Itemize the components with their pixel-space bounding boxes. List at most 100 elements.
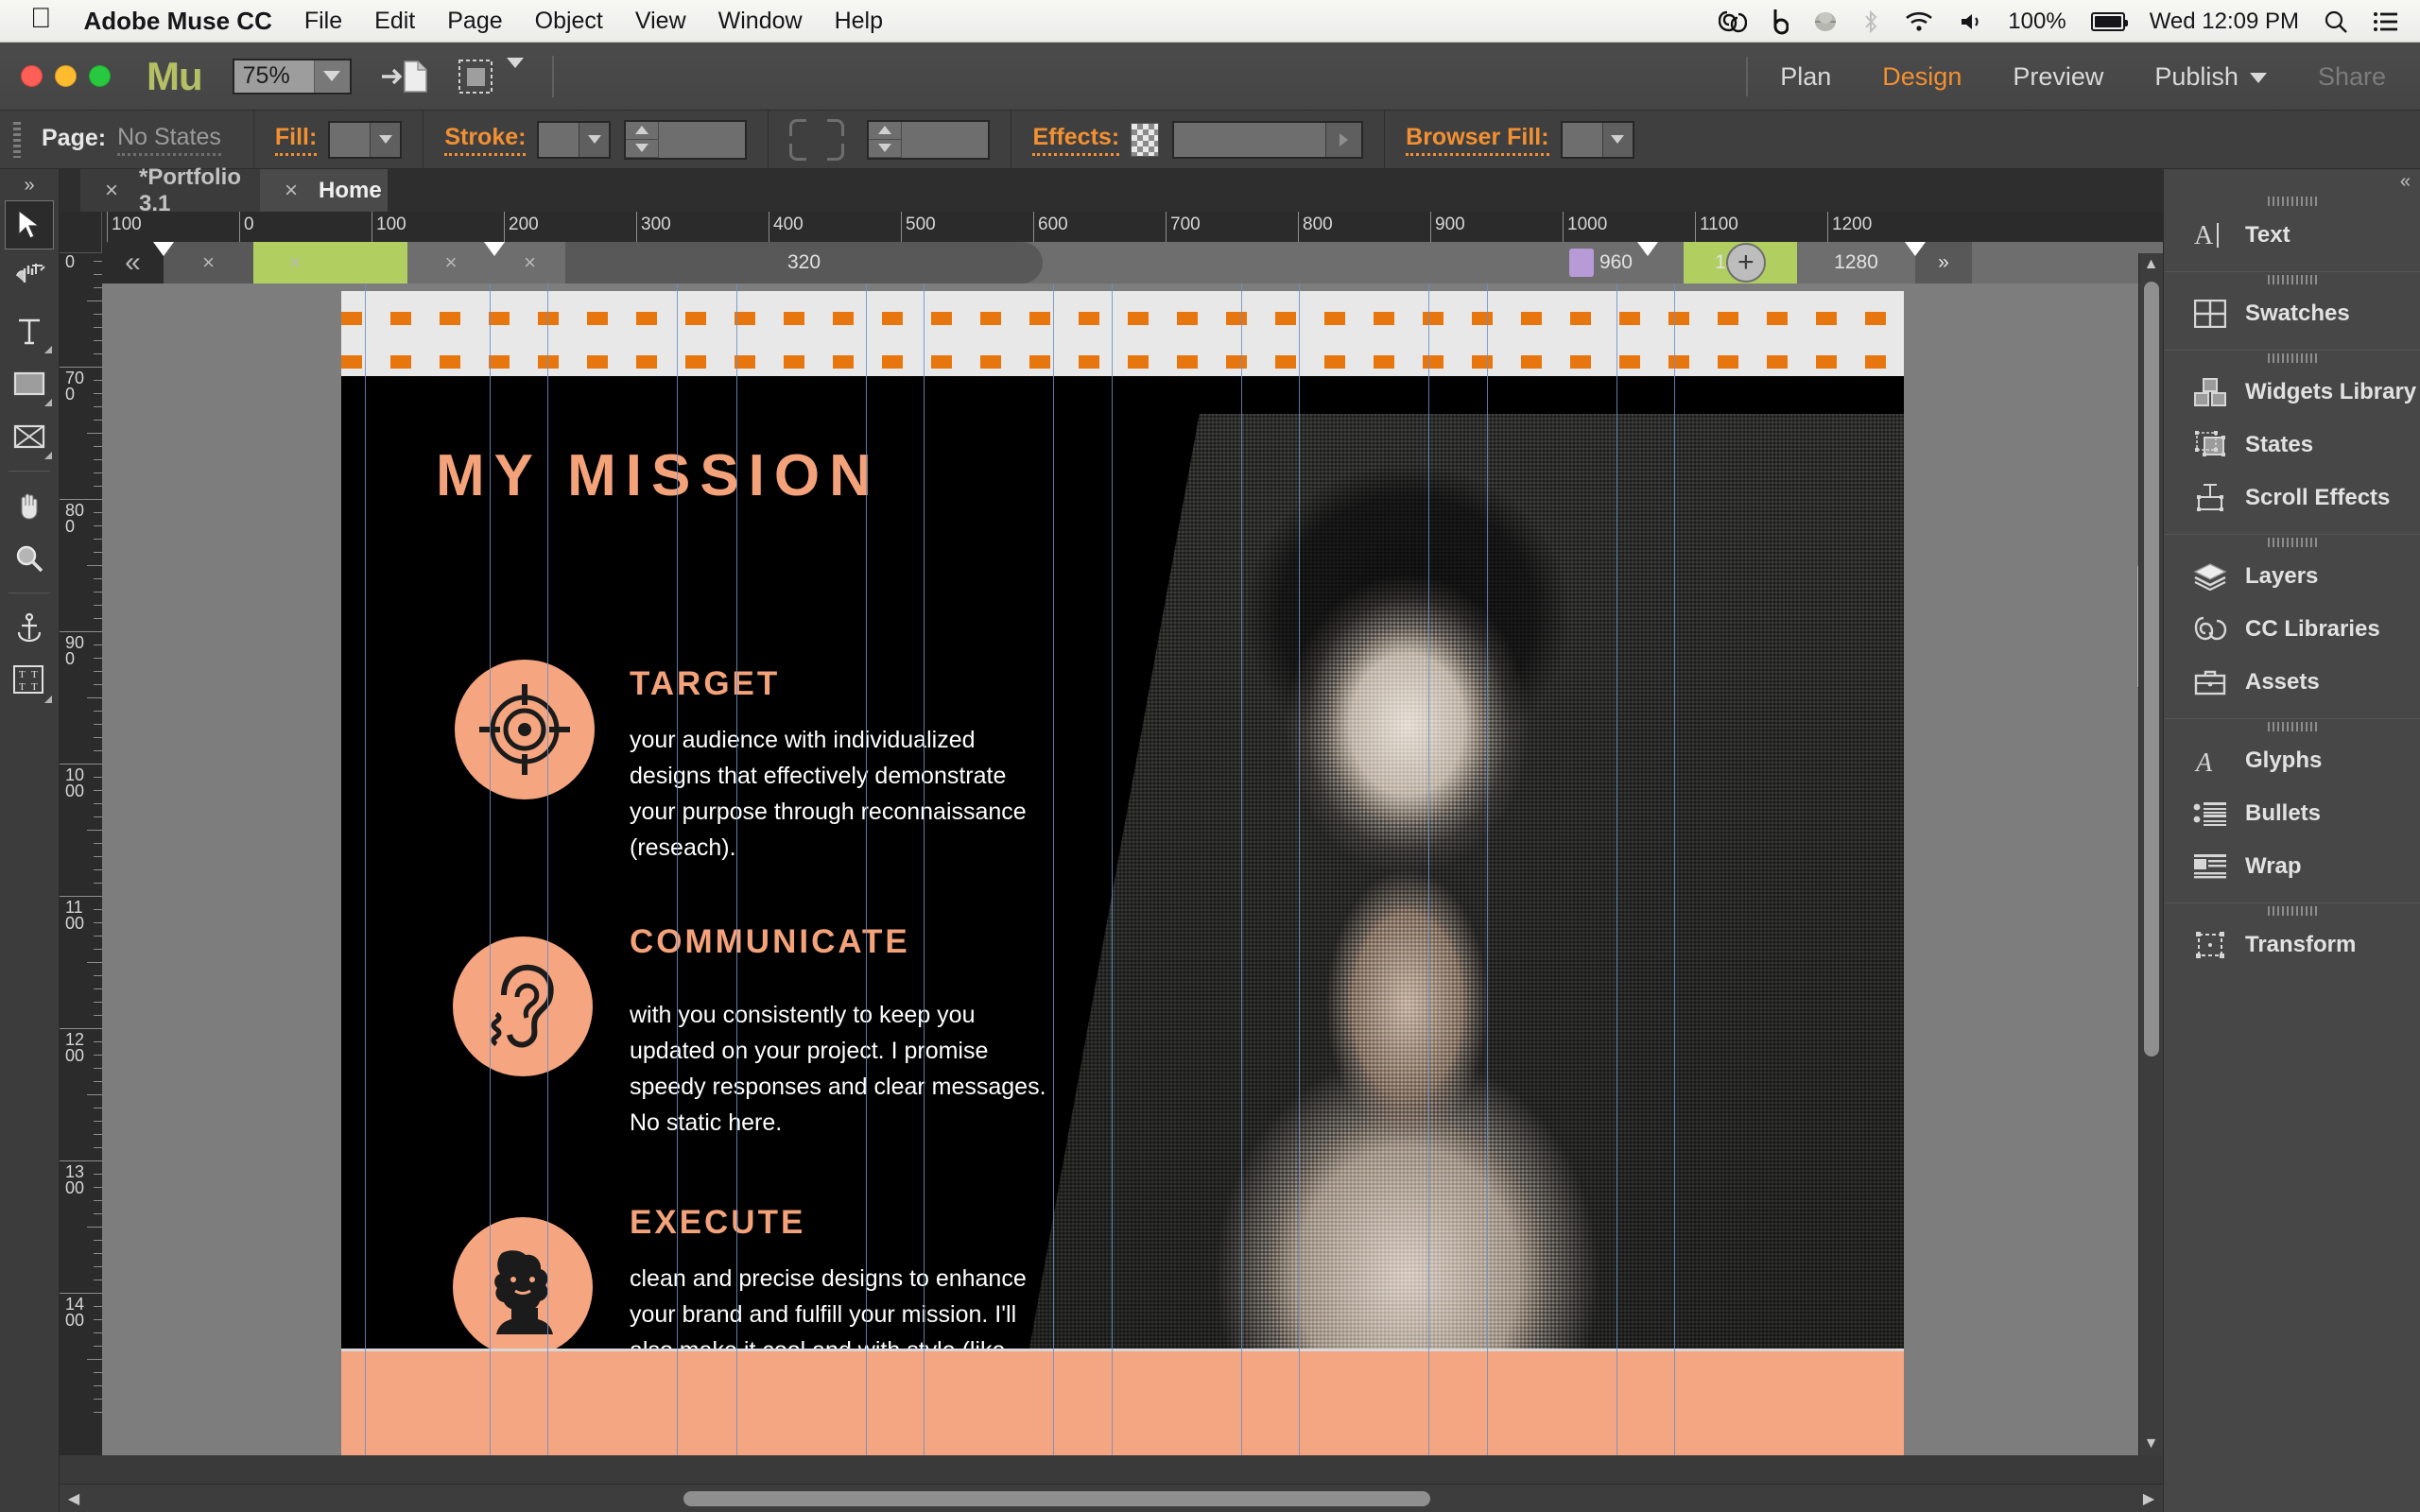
menubar-app-name[interactable]: Adobe Muse CC [84, 7, 272, 36]
zoom-level-value[interactable]: 75% [233, 60, 314, 93]
effects-expand-arrow[interactable] [1325, 122, 1362, 157]
scroll-up-arrow[interactable]: ▲ [2139, 253, 2163, 276]
fill-dropdown-arrow[interactable] [370, 122, 401, 157]
menu-object[interactable]: Object [535, 8, 603, 35]
menu-window[interactable]: Window [718, 8, 803, 35]
tab-close-icon[interactable]: × [285, 178, 298, 204]
anchor-tool[interactable] [5, 603, 54, 652]
preview-size-caret[interactable] [506, 57, 524, 85]
breakpoint-close-icon[interactable]: × [202, 250, 215, 275]
stroke-swatch-button[interactable] [537, 120, 612, 159]
section-title-target[interactable]: TARGET [630, 665, 780, 703]
breakpoint-segment[interactable]: × [153, 242, 253, 284]
bluetooth-icon[interactable] [1862, 9, 1879, 35]
scroll-right-arrow[interactable]: ▶ [2135, 1489, 2163, 1508]
zoom-tool[interactable] [5, 534, 54, 583]
ruler-origin[interactable] [60, 212, 102, 253]
corner-radius-up[interactable] [869, 121, 902, 140]
b-icon[interactable] [1772, 9, 1789, 35]
corner-radius-buttons[interactable] [869, 121, 902, 158]
breakpoint-current-width[interactable]: 320 [565, 242, 1043, 284]
volume-icon[interactable] [1959, 10, 1983, 33]
creative-cloud-icon[interactable] [1719, 9, 1748, 34]
breakpoint-close-icon[interactable]: × [524, 250, 536, 275]
image-frame-tool[interactable] [5, 412, 54, 461]
design-canvas[interactable]: MY MISSION TARGET your audience with ind… [102, 253, 2163, 1455]
canvas-horizontal-scrollbar[interactable]: ◀ ▶ [60, 1484, 2163, 1512]
effects-value[interactable] [1174, 122, 1326, 157]
panel-item-scroll-effects[interactable]: Scroll Effects [2164, 472, 2420, 524]
panel-group-grip[interactable] [2164, 719, 2420, 734]
panel-item-bullets[interactable]: Bullets [2164, 787, 2420, 840]
fill-swatch-button[interactable] [328, 120, 403, 159]
breakpoint-close-icon[interactable]: × [445, 250, 458, 275]
panel-group-grip[interactable] [2164, 194, 2420, 209]
mode-publish[interactable]: Publish [2154, 62, 2267, 92]
page-orange-footer-band[interactable] [341, 1351, 1904, 1455]
section-title-communicate[interactable]: COMMUNICATE [630, 923, 910, 961]
stroke-weight-stepper[interactable] [624, 119, 748, 160]
zoom-level-combobox[interactable]: 75% [232, 58, 352, 94]
hand-tool[interactable] [5, 481, 54, 530]
panel-item-layers[interactable]: Layers [2164, 550, 2420, 603]
panel-item-assets[interactable]: Assets [2164, 656, 2420, 709]
panel-group-grip[interactable] [2164, 535, 2420, 550]
breakpoint-segment[interactable]: × [407, 242, 505, 284]
breakpoint-handle-icon[interactable] [1568, 249, 1594, 277]
breakpoint-960-segment[interactable]: 960 [1043, 242, 1658, 284]
menu-page[interactable]: Page [447, 8, 502, 35]
grayed-app-icon[interactable] [1813, 9, 1838, 34]
corner-radius-down[interactable] [869, 139, 902, 158]
panel-item-transform[interactable]: Transform [2164, 919, 2420, 971]
breakpoint-segment[interactable]: × [253, 242, 337, 284]
tool-flyout-corner[interactable] [44, 346, 52, 353]
page-top-pattern-strip[interactable] [341, 291, 1904, 376]
panel-item-swatches[interactable]: Swatches [2164, 287, 2420, 340]
menu-edit[interactable]: Edit [374, 8, 415, 35]
tool-flyout-corner[interactable] [44, 696, 52, 703]
panel-item-widgets-library[interactable]: Widgets Library [2164, 366, 2420, 419]
mode-design[interactable]: Design [1882, 62, 1962, 92]
chevron-down-icon[interactable] [2249, 72, 2267, 83]
breakpoint-close-icon[interactable]: × [289, 250, 302, 275]
menu-help[interactable]: Help [835, 8, 883, 35]
stroke-weight-buttons[interactable] [626, 121, 659, 158]
right-panel-collapse-icon[interactable]: « [2164, 169, 2420, 194]
wifi-icon[interactable] [1904, 10, 1934, 33]
corner-radius-stepper[interactable] [867, 119, 991, 160]
page-state-value[interactable]: No States [117, 124, 221, 156]
add-breakpoint-icon[interactable]: + [1725, 243, 1766, 283]
tool-flyout-corner[interactable] [44, 399, 52, 406]
panel-group-grip[interactable] [2164, 272, 2420, 287]
vertical-ruler[interactable]: 600 700 800 900 1000 1100 1200 1300 1400 [60, 253, 102, 1455]
minimize-window-button[interactable] [55, 65, 77, 87]
browser-fill-dropdown-arrow[interactable] [1601, 122, 1633, 157]
breakpoint-segment[interactable]: × [494, 242, 565, 284]
breakpoint-bar[interactable]: « × × × × 320 960 1 + 1280 » [102, 242, 2163, 284]
horizontal-scroll-thumb[interactable] [683, 1491, 1430, 1506]
tool-flyout-corner[interactable] [44, 452, 52, 459]
mode-preview[interactable]: Preview [2013, 62, 2103, 92]
panel-item-glyphs[interactable]: A Glyphs [2164, 734, 2420, 787]
maximize-window-button[interactable] [89, 65, 111, 87]
close-window-button[interactable] [21, 65, 43, 87]
stroke-swatch[interactable] [539, 122, 579, 157]
crop-tool[interactable] [5, 253, 54, 302]
panel-item-states[interactable]: States [2164, 419, 2420, 472]
tab-portfolio[interactable]: × *Portfolio 3.1 [80, 164, 260, 216]
vertical-scroll-thumb[interactable] [2144, 282, 2159, 1057]
notification-center-icon[interactable] [2373, 10, 2399, 33]
canvas-vertical-scrollbar[interactable]: ▲ ▼ [2138, 253, 2163, 1455]
panel-group-grip[interactable] [2164, 351, 2420, 366]
ear-icon[interactable] [453, 936, 593, 1076]
text-frame-tool[interactable]: TTTT [5, 656, 54, 705]
fill-swatch[interactable] [330, 122, 371, 157]
stroke-weight-field[interactable] [658, 121, 746, 158]
rounded-corners-icon[interactable] [789, 118, 845, 161]
battery-icon[interactable] [2090, 11, 2128, 31]
mode-plan[interactable]: Plan [1780, 62, 1831, 92]
page-area[interactable]: MY MISSION TARGET your audience with ind… [341, 253, 1904, 1455]
section-body-communicate[interactable]: with you consistently to keep you update… [630, 997, 1050, 1141]
zoom-dropdown-arrow[interactable] [313, 60, 350, 93]
menu-view[interactable]: View [635, 8, 686, 35]
